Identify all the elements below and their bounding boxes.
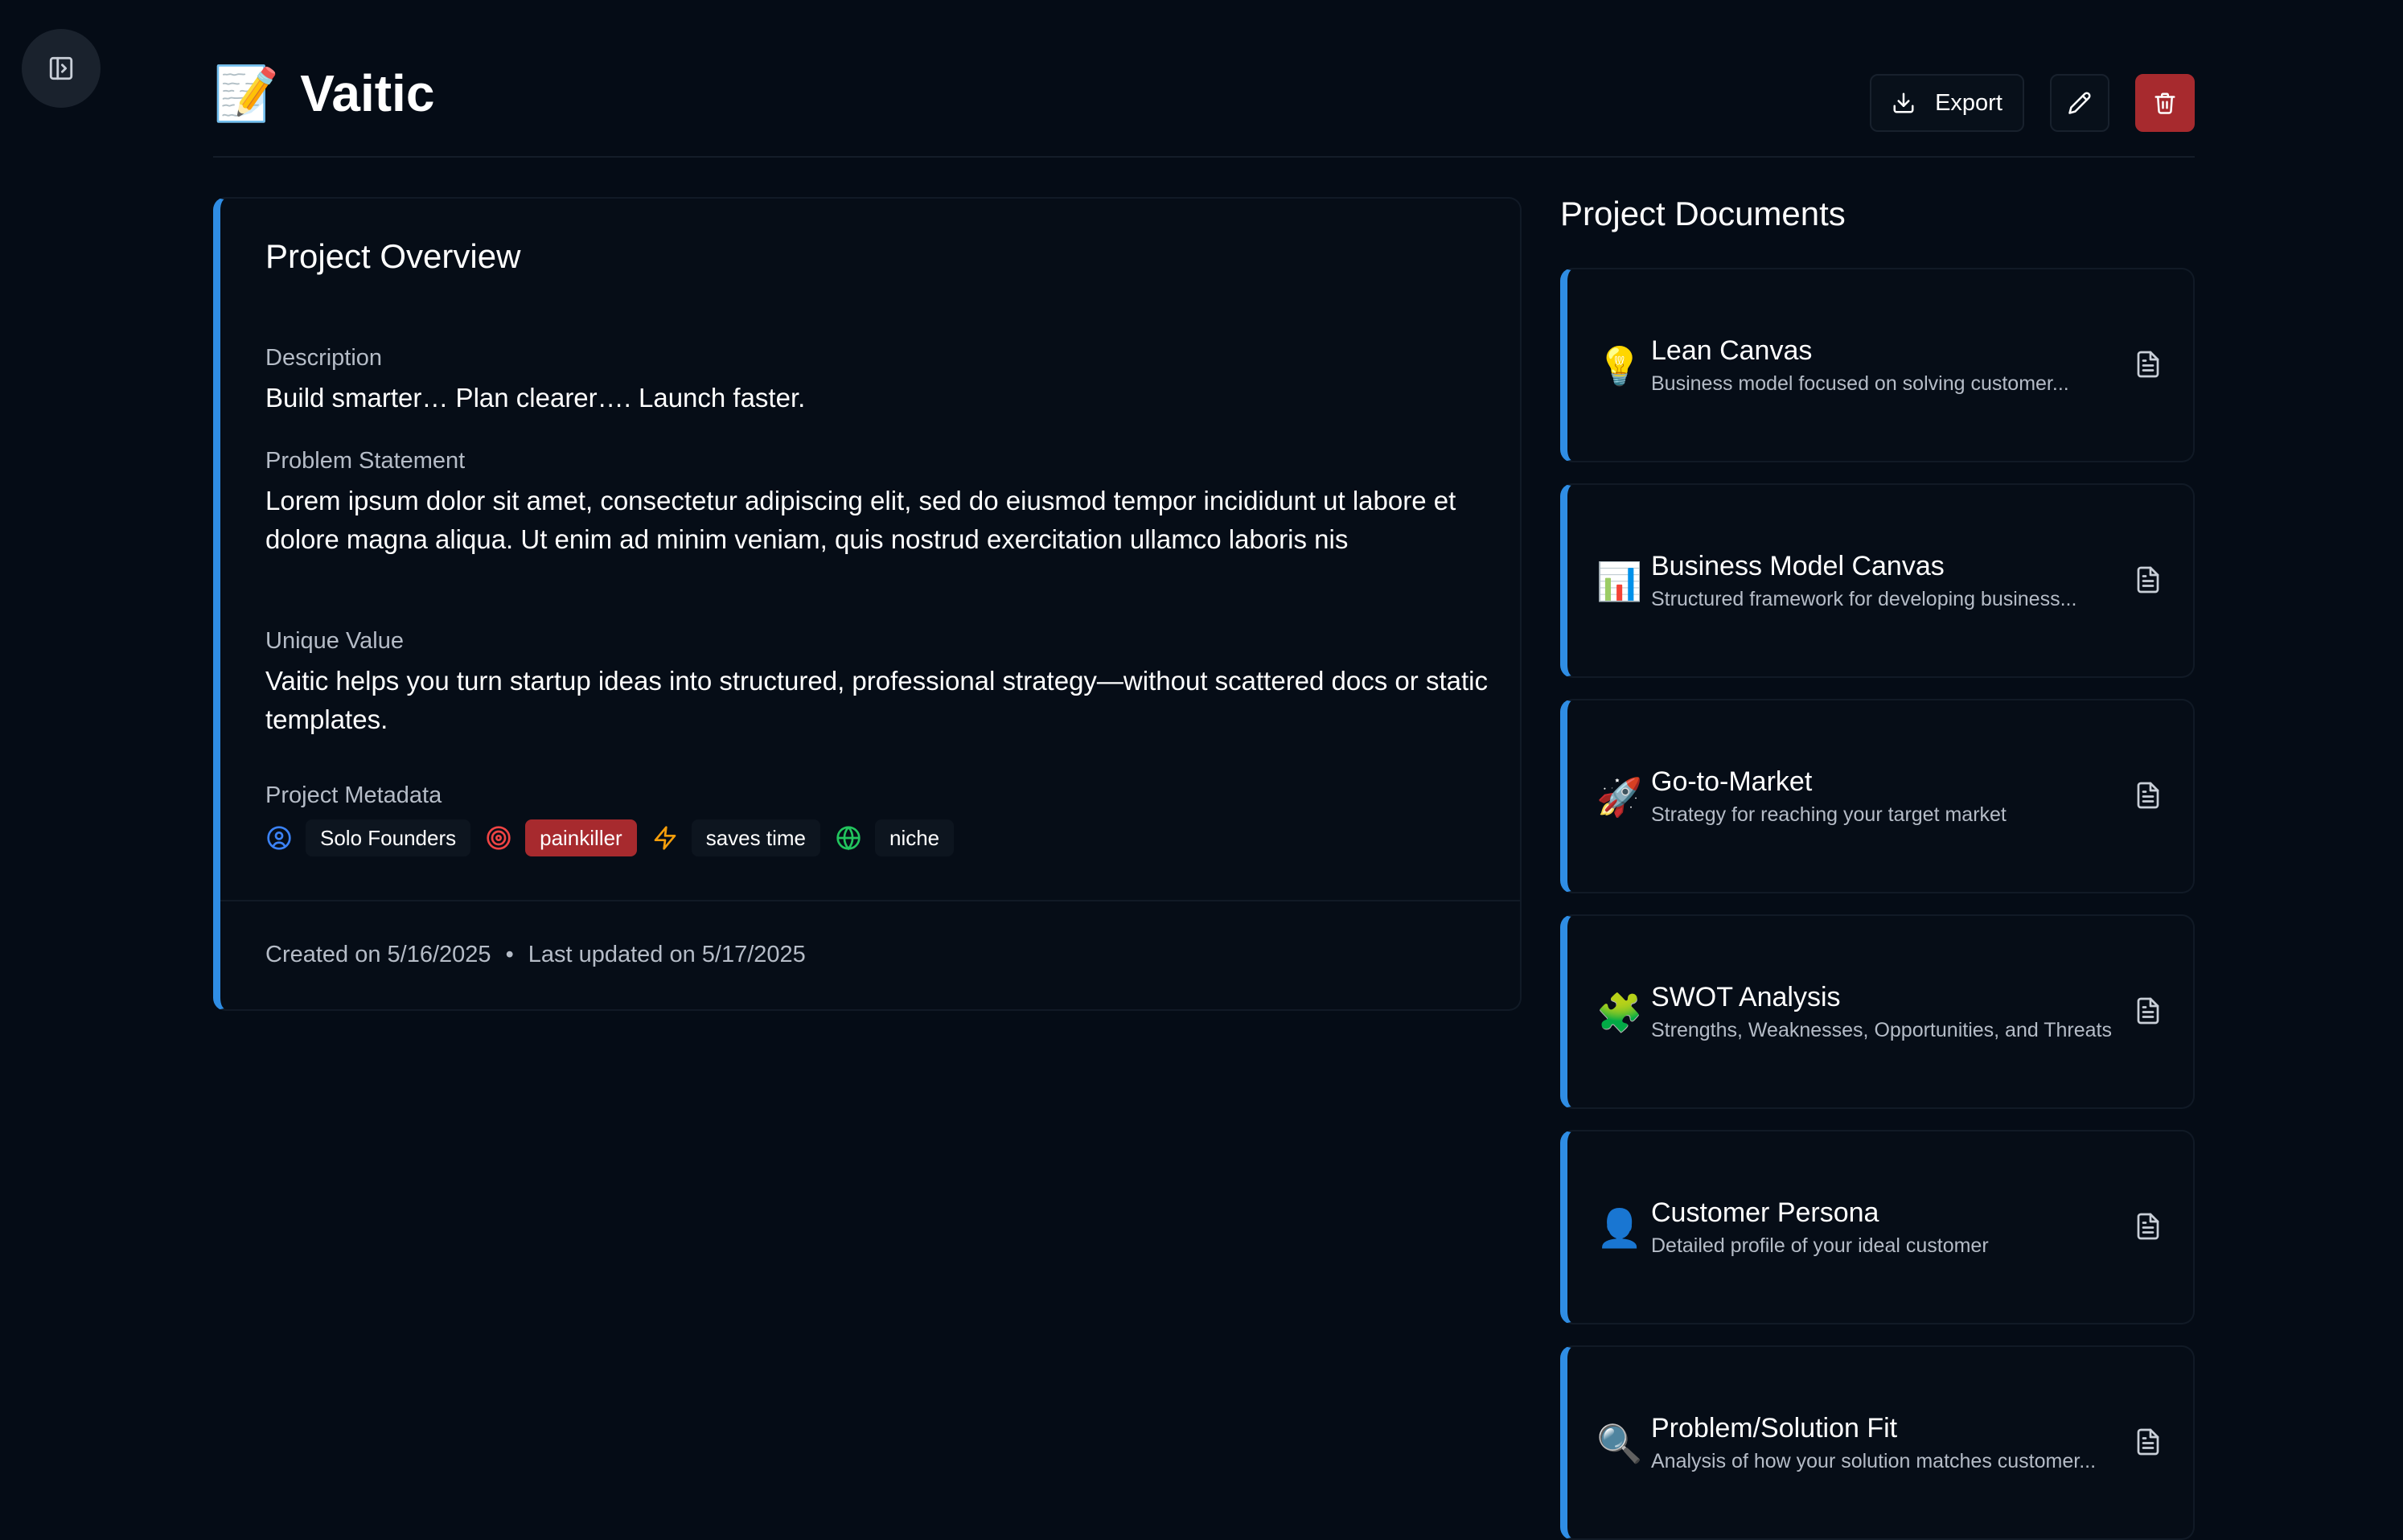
person-icon: 👤 [1596, 1207, 1643, 1249]
project-overview-card: Project Overview Description Build smart… [213, 197, 1522, 1011]
document-description: Structured framework for developing busi… [1651, 588, 2077, 610]
pencil-icon [2068, 92, 2091, 114]
header-actions: Export [1870, 74, 2195, 132]
unique-value-label: Unique Value [265, 628, 404, 654]
page-header: 📝 Vaitic Export [213, 53, 2195, 158]
overview-title: Project Overview [265, 237, 521, 275]
export-button[interactable]: Export [1870, 74, 2024, 132]
document-icon[interactable] [2134, 1212, 2163, 1241]
document-description: Strengths, Weaknesses, Opportunities, an… [1651, 1019, 2112, 1041]
edit-button[interactable] [2050, 74, 2109, 132]
document-card-problem-solution-fit[interactable]: 🔍 Problem/Solution Fit Analysis of how y… [1560, 1345, 2195, 1540]
overview-divider [220, 900, 1520, 901]
description-value: Build smarter… Plan clearer…. Launch fas… [265, 383, 806, 413]
unique-value-value: Vaitic helps you turn startup ideas into… [265, 666, 1488, 734]
document-icon[interactable] [2134, 350, 2163, 379]
document-card-swot-analysis[interactable]: 🧩 SWOT Analysis Strengths, Weaknesses, O… [1560, 914, 2195, 1109]
bar-chart-icon: 📊 [1596, 561, 1643, 602]
audience-tag: Solo Founders [306, 819, 471, 856]
created-date: Created on 5/16/2025 [265, 942, 491, 967]
document-card-lean-canvas[interactable]: 💡 Lean Canvas Business model focused on … [1560, 268, 2195, 462]
pain-tag: painkiller [525, 819, 637, 856]
document-name: Customer Persona [1651, 1197, 1879, 1228]
target-icon [485, 824, 512, 852]
problem-statement-label: Problem Statement [265, 448, 466, 474]
document-description: Strategy for reaching your target market [1651, 803, 2007, 826]
title-wrap: 📝 Vaitic [213, 61, 434, 125]
sidebar-toggle-button[interactable] [22, 29, 101, 108]
download-icon [1893, 92, 1914, 113]
updated-date: Last updated on 5/17/2025 [528, 942, 806, 967]
document-name: Lean Canvas [1651, 335, 1813, 366]
market-tag: niche [874, 819, 955, 856]
metadata-tags: Solo Founders painkiller saves time nich… [265, 819, 968, 856]
page-title: Vaitic [300, 64, 435, 122]
document-card-business-model-canvas[interactable]: 📊 Business Model Canvas Structured frame… [1560, 483, 2195, 678]
description-label: Description [265, 345, 383, 371]
document-card-customer-persona[interactable]: 👤 Customer Persona Detailed profile of y… [1560, 1130, 2195, 1324]
delete-button[interactable] [2135, 74, 2195, 132]
timestamp-separator: • [505, 942, 514, 967]
rocket-icon: 🚀 [1596, 776, 1643, 818]
benefit-tag: saves time [691, 819, 820, 856]
export-label: Export [1935, 89, 2002, 116]
document-name: Business Model Canvas [1651, 551, 1945, 581]
timestamps: Created on 5/16/2025 • Last updated on 5… [265, 942, 806, 968]
lightning-icon [651, 824, 679, 852]
document-description: Analysis of how your solution matches cu… [1651, 1450, 2097, 1472]
magnifier-icon: 🔍 [1596, 1423, 1643, 1464]
globe-icon [835, 824, 862, 852]
document-name: Go-to-Market [1651, 766, 1813, 797]
document-description: Business model focused on solving custom… [1651, 372, 2069, 395]
memo-icon: 📝 [213, 64, 280, 123]
puzzle-icon: 🧩 [1596, 992, 1643, 1033]
document-name: SWOT Analysis [1651, 982, 1841, 1012]
document-card-go-to-market[interactable]: 🚀 Go-to-Market Strategy for reaching you… [1560, 699, 2195, 893]
problem-statement-value: Lorem ipsum dolor sit amet, consectetur … [265, 486, 1456, 554]
lightbulb-icon: 💡 [1596, 345, 1643, 387]
document-icon[interactable] [2134, 565, 2163, 594]
document-name: Problem/Solution Fit [1651, 1413, 1898, 1443]
project-metadata-label: Project Metadata [265, 782, 442, 808]
document-icon[interactable] [2134, 996, 2163, 1025]
document-icon[interactable] [2134, 781, 2163, 810]
sidebar-panel-icon [49, 56, 73, 80]
document-description: Detailed profile of your ideal customer [1651, 1234, 1989, 1257]
documents-title: Project Documents [1560, 195, 1846, 232]
document-icon[interactable] [2134, 1427, 2163, 1456]
trash-icon [2154, 92, 2175, 114]
user-circle-icon [265, 824, 293, 852]
